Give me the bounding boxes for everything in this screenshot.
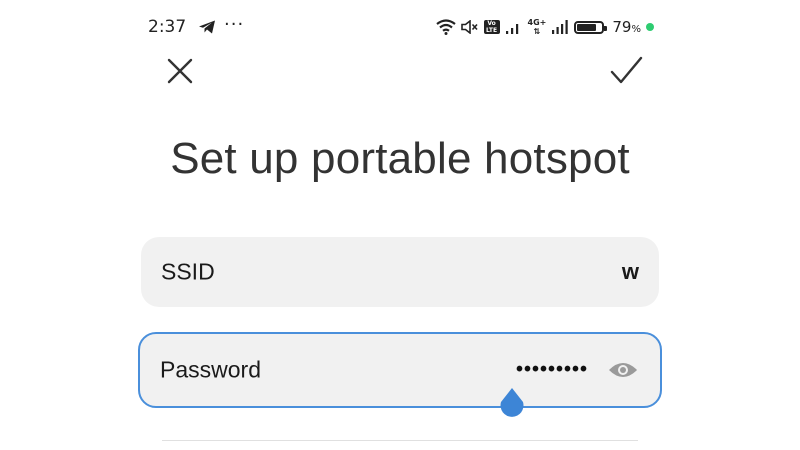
check-icon[interactable] [608,55,644,87]
mute-icon [460,20,478,34]
wifi-icon [435,19,456,35]
ssid-field[interactable]: SSID w [141,237,659,307]
ssid-label: SSID [161,258,215,285]
privacy-indicator-dot [646,23,654,31]
overflow-dots: ··· [224,14,245,35]
signal-strength-icon [552,20,569,34]
status-icons: Vo LTE 4G+ ⇅ 79% [435,16,654,38]
status-bar: 2:37 ··· Vo LTE 4G+ ⇅ 79% [148,14,654,40]
signal-icon [505,24,518,34]
divider [162,440,638,441]
volte-icon: Vo LTE [483,20,500,34]
text-cursor-handle[interactable] [498,387,526,419]
password-label: Password [160,356,261,383]
eye-icon[interactable] [608,360,638,380]
password-value[interactable]: ••••••••• [516,359,588,382]
close-icon[interactable] [164,55,196,87]
battery-icon [574,20,608,34]
telegram-icon [199,20,215,34]
network-type-label: 4G+ ⇅ [527,18,547,36]
status-time: 2:37 [148,17,187,37]
password-field[interactable]: Password ••••••••• [138,332,662,408]
battery-percent: 79% [612,18,641,36]
ssid-value[interactable]: w [622,259,639,285]
page-title: Set up portable hotspot [170,134,630,183]
